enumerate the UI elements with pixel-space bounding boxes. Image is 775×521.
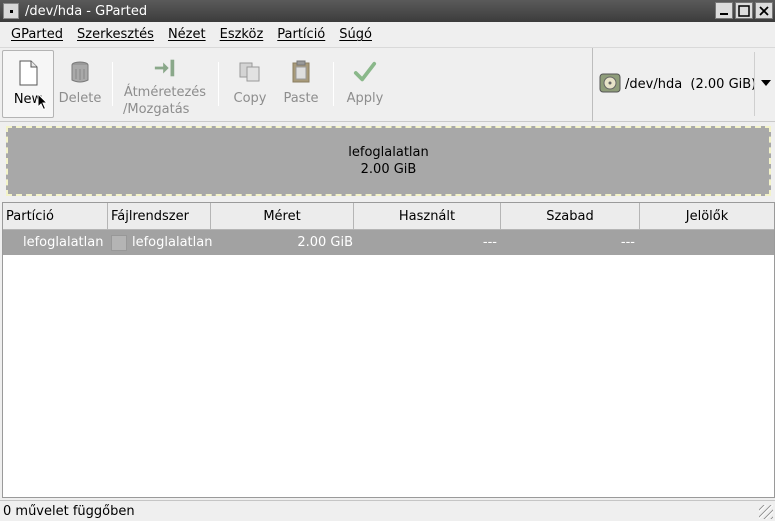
new-document-icon <box>16 60 40 86</box>
maximize-button[interactable] <box>735 2 753 19</box>
apply-button[interactable]: Apply <box>340 50 390 118</box>
minimize-button[interactable] <box>715 2 733 19</box>
paste-button[interactable]: Paste <box>278 50 324 118</box>
checkmark-icon <box>353 60 377 84</box>
resize-move-icon <box>153 56 177 80</box>
copy-label: Copy <box>233 91 267 106</box>
column-header-partition[interactable]: Partíció <box>3 203 108 230</box>
disk-graphic-area: lefoglalatlan 2.00 GiB <box>0 122 775 200</box>
copy-icon <box>238 60 262 84</box>
table-row[interactable]: lefoglalatlan lefoglalatlan 2.00 GiB ---… <box>3 230 774 255</box>
resize-label-line1: Átméretezés <box>123 85 207 100</box>
delete-button[interactable]: Delete <box>57 50 103 118</box>
minimize-icon <box>720 12 728 15</box>
device-selector[interactable]: /dev/hda (2.00 GiB) <box>592 48 775 121</box>
title-bar: /dev/hda - GParted <box>0 0 775 22</box>
resize-move-button[interactable]: Átméretezés /Mozgatás <box>120 50 210 118</box>
cell-filesystem-label: lefoglalatlan <box>132 235 213 250</box>
close-icon <box>759 5 769 16</box>
disk-graphic-size: 2.00 GiB <box>360 162 417 177</box>
device-selector-divider <box>754 52 755 116</box>
paste-label: Paste <box>283 91 319 106</box>
toolbar-separator <box>218 62 219 106</box>
column-header-free[interactable]: Szabad <box>501 203 640 230</box>
window-menu-button[interactable] <box>3 3 19 19</box>
hard-disk-icon <box>599 72 621 98</box>
status-bar: 0 művelet függőben <box>0 500 775 521</box>
maximize-icon <box>738 4 750 17</box>
filesystem-color-swatch <box>111 234 127 251</box>
cell-free: --- <box>620 235 635 250</box>
trash-icon <box>68 60 92 84</box>
column-header-flags[interactable]: Jelölők <box>640 203 774 230</box>
apply-label: Apply <box>346 91 384 106</box>
close-button[interactable] <box>755 2 773 19</box>
unallocated-partition-graphic[interactable]: lefoglalatlan 2.00 GiB <box>6 126 771 196</box>
delete-label: Delete <box>58 91 102 106</box>
toolbar-separator <box>333 62 334 106</box>
cell-size: 2.00 GiB <box>297 235 353 250</box>
dropdown-arrow-icon[interactable] <box>761 80 771 86</box>
menu-help[interactable]: Súgó <box>332 27 379 42</box>
resize-label-line2: /Mozgatás <box>123 102 190 117</box>
paste-icon <box>289 60 313 84</box>
window-title: /dev/hda - GParted <box>25 3 148 19</box>
table-header: Partíció Fájlrendszer Méret Használt Sza… <box>3 203 774 230</box>
menu-device[interactable]: Eszköz <box>213 27 271 42</box>
device-selector-label: /dev/hda (2.00 GiB) <box>625 77 757 92</box>
status-text: 0 művelet függőben <box>3 503 135 519</box>
column-header-filesystem[interactable]: Fájlrendszer <box>108 203 211 230</box>
window-controls <box>715 2 773 19</box>
column-header-size[interactable]: Méret <box>211 203 354 230</box>
partition-table: Partíció Fájlrendszer Méret Használt Sza… <box>2 202 775 498</box>
disk-graphic-label: lefoglalatlan <box>348 145 429 160</box>
menu-gparted[interactable]: GParted <box>4 27 70 42</box>
menu-edit[interactable]: Szerkesztés <box>70 27 161 42</box>
menu-partition[interactable]: Partíció <box>270 27 332 42</box>
toolbar: New Delete Átméretezés /Mozgatás Copy Pa… <box>0 48 775 122</box>
column-header-used[interactable]: Használt <box>354 203 501 230</box>
cell-used: --- <box>482 235 497 250</box>
cell-partition: lefoglalatlan <box>23 235 104 250</box>
cell-filesystem: lefoglalatlan <box>108 234 258 251</box>
copy-button[interactable]: Copy <box>226 50 274 118</box>
resize-grip[interactable] <box>759 505 773 519</box>
menu-bar: GParted Szerkesztés Nézet Eszköz Partíci… <box>0 22 775 48</box>
menu-view[interactable]: Nézet <box>161 27 213 42</box>
toolbar-separator <box>112 62 113 106</box>
